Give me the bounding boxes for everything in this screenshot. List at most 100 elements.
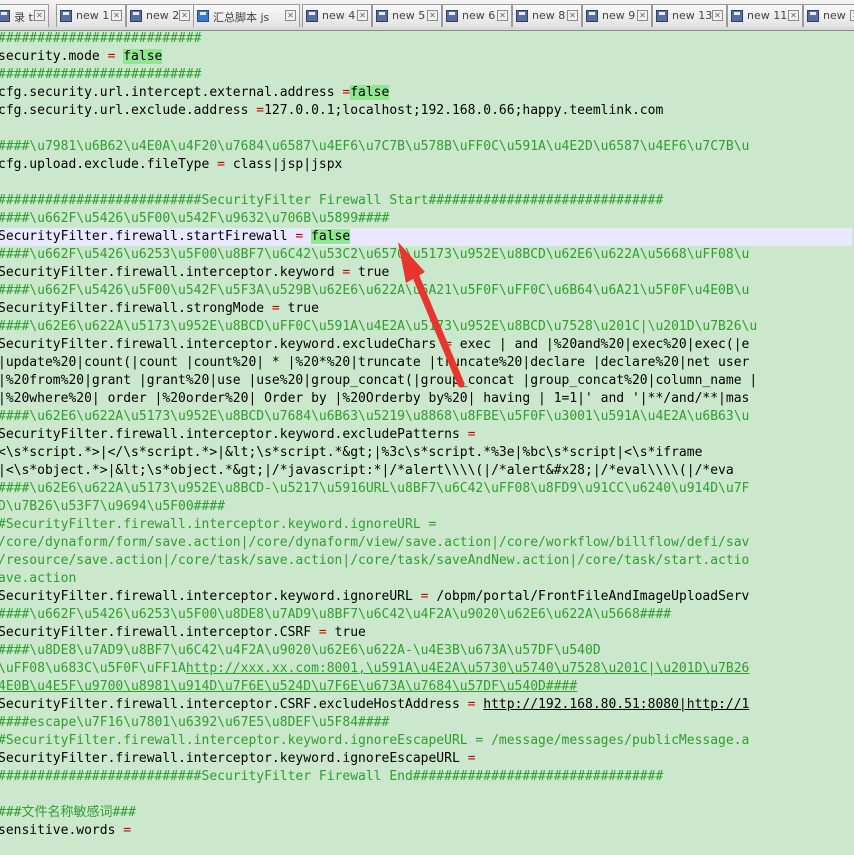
notepad-file-icon [306, 10, 318, 22]
notepad-file-icon [446, 10, 458, 22]
notepad-file-icon [731, 10, 743, 22]
comment-text: #SecurityFilter.firewall.interceptor.key… [0, 733, 750, 748]
code-line: SecurityFilter.firewall.interceptor.CSRF… [0, 624, 366, 642]
equals-operator: = [115, 823, 132, 838]
tab-5[interactable]: new 4 ✕ [302, 4, 372, 27]
editor-area[interactable]: ########################## security.mode … [0, 30, 854, 855]
comment-link: http://xxx.xx.com:8001,\u591A\u4E2A\u573… [185, 661, 750, 676]
code-line: \uFF08\u683C\u5F0F\uFF1Ahttp://xxx.xx.co… [0, 660, 749, 678]
code-line: SecurityFilter.firewall.startFirewall = … [0, 228, 852, 246]
equals-operator: = [412, 589, 437, 604]
code-line: ####\u662F\u5426\u6253\u5F00\u8DE8\u7AD9… [0, 606, 671, 624]
tab-label: new 4 [322, 9, 356, 22]
tab-10[interactable]: new 13 ✕ [652, 4, 727, 27]
tab-close-icon[interactable]: ✕ [111, 10, 122, 21]
config-key: SecurityFilter.firewall.interceptor.keyw… [0, 751, 460, 766]
config-value: exec | and |%20and%20|exec%20|exec(|e [459, 337, 750, 352]
equals-operator: = [287, 229, 312, 244]
tab-12[interactable]: new 3✕ [803, 4, 854, 27]
config-key: SecurityFilter.firewall.interceptor.CSRF… [0, 697, 460, 712]
equals-operator: = [209, 157, 233, 172]
code-line: ##########################SecurityFilter… [0, 192, 663, 210]
equals-operator: = [311, 625, 335, 640]
code-line: ########################## [0, 66, 202, 84]
config-key: SecurityFilter.firewall.strongMode [0, 301, 265, 316]
tab-11[interactable]: new 11 ✕ [727, 4, 803, 27]
code-line: ####\u662F\u5426\u5F00\u542F\u5F3A\u529B… [0, 282, 749, 300]
code-line: ####\u8DE8\u7AD9\u8BF7\u6C42\u4F2A\u9020… [0, 642, 601, 660]
tab-close-icon[interactable]: ✕ [427, 10, 438, 21]
comment-text: ####escape\u7F16\u7801\u6392\u67E5\u8DEF… [0, 715, 390, 730]
comment-text: ####\u62E6\u622A\u5173\u952E\u8BCD-\u521… [0, 481, 750, 496]
tab-close-icon[interactable]: ✕ [637, 10, 648, 21]
notepad-file-icon [807, 10, 819, 22]
code-line: |%20where%20| order |%20order%20| Order … [0, 390, 749, 408]
equals-operator: = [334, 265, 359, 280]
config-value: true [287, 301, 319, 316]
tab-label: new 8 [532, 9, 566, 22]
tab-close-icon[interactable]: ✕ [497, 10, 508, 21]
code-line: cfg.security.url.intercept.external.addr… [0, 84, 390, 102]
code-line: 4E0B\u4E5F\u9700\u8981\u914D\u7F6E\u524D… [0, 678, 577, 696]
code-line: SecurityFilter.firewall.strongMode = tru… [0, 300, 319, 318]
comment-text: D\u7B26\u53F7\u9694\u5F00#### [0, 499, 225, 514]
config-key: security.mode [0, 49, 100, 64]
code-line: cfg.security.url.exclude.address =127.0.… [0, 102, 663, 120]
code-line: SecurityFilter.firewall.interceptor.keyw… [0, 426, 475, 444]
equals-operator: = [459, 751, 476, 766]
config-key: cfg.upload.exclude.fileType [0, 157, 210, 172]
tab-9[interactable]: new 9 ✕ [582, 4, 652, 27]
config-key: SecurityFilter.firewall.interceptor.keyw… [0, 589, 413, 604]
code-line: ###文件名称敏感词### [0, 804, 136, 822]
code-line: ####\u62E6\u622A\u5173\u952E\u8BCD\uFF0C… [0, 318, 757, 336]
tab-3[interactable]: new 2 ✕ [126, 4, 194, 27]
config-value: true [334, 625, 366, 640]
comment-text: ########################## [0, 67, 202, 82]
config-key: cfg.security.url.exclude.address [0, 103, 249, 118]
tab-6[interactable]: new 5 ✕ [372, 4, 442, 27]
notepad-file-icon [0, 10, 10, 22]
config-value: class|jsp|jspx [232, 157, 343, 172]
code-line: |update%20|count(|count |count%20| * |%2… [0, 354, 749, 372]
tab-label: new 9 [602, 9, 636, 22]
comment-text: ####\u662F\u5426\u5F00\u542F\u9632\u706B… [0, 211, 390, 226]
equals-operator: = [436, 337, 460, 352]
config-key: SecurityFilter.firewall.interceptor.keyw… [0, 337, 437, 352]
config-key: SecurityFilter.firewall.startFirewall [0, 229, 288, 244]
comment-text: ##########################SecurityFilter… [0, 193, 664, 208]
tab-close-icon[interactable]: ✕ [788, 10, 799, 21]
tab-4[interactable]: 汇总脚本 js ✕ [193, 4, 300, 27]
tab-close-icon[interactable]: ✕ [34, 10, 45, 21]
code-line: D\u7B26\u53F7\u9694\u5F00#### [0, 498, 225, 516]
config-key: cfg.security.url.intercept.external.addr… [0, 85, 335, 100]
equals-operator: = [459, 697, 484, 712]
tab-label: new 5 [392, 9, 426, 22]
notepad-file-icon [516, 10, 528, 22]
code-line: /core/dynaform/form/save.action|/core/dy… [0, 534, 749, 552]
tab-close-icon[interactable]: ✕ [712, 10, 723, 21]
tab-close-icon[interactable]: ✕ [850, 10, 854, 21]
tab-1[interactable]: 录 txt ✕ [0, 4, 49, 27]
tab-close-icon[interactable]: ✕ [567, 10, 578, 21]
config-key: SecurityFilter.firewall.interceptor.keyw… [0, 265, 335, 280]
code-line: /resource/save.action|/core/task/save.ac… [0, 552, 749, 570]
code-line: SecurityFilter.firewall.interceptor.keyw… [0, 588, 749, 606]
tab-label: new 1 [76, 9, 110, 22]
equals-operator: = [334, 85, 351, 100]
equals-operator: = [99, 49, 124, 64]
tab-close-icon[interactable]: ✕ [179, 10, 190, 21]
script-file-icon [197, 10, 209, 22]
tab-label: new 6 [462, 9, 496, 22]
comment-text: ###文件名称敏感词### [0, 805, 136, 820]
code-line: |<\s*object.*>|&lt;\s*object.*&gt;|/*jav… [0, 462, 734, 480]
code-line: #SecurityFilter.firewall.interceptor.key… [0, 732, 749, 750]
tab-2[interactable]: new 1 ✕ [56, 4, 126, 27]
code-line: #SecurityFilter.firewall.interceptor.key… [0, 516, 436, 534]
tab-7[interactable]: new 6 ✕ [442, 4, 512, 27]
tab-close-icon[interactable]: ✕ [357, 10, 368, 21]
comment-text: ########################## [0, 31, 202, 46]
code-line: ####\u662F\u5426\u6253\u5F00\u8BF7\u6C42… [0, 246, 749, 264]
tab-close-icon[interactable]: ✕ [285, 10, 296, 21]
notepad-file-icon [656, 10, 668, 22]
tab-8[interactable]: new 8 ✕ [512, 4, 582, 27]
